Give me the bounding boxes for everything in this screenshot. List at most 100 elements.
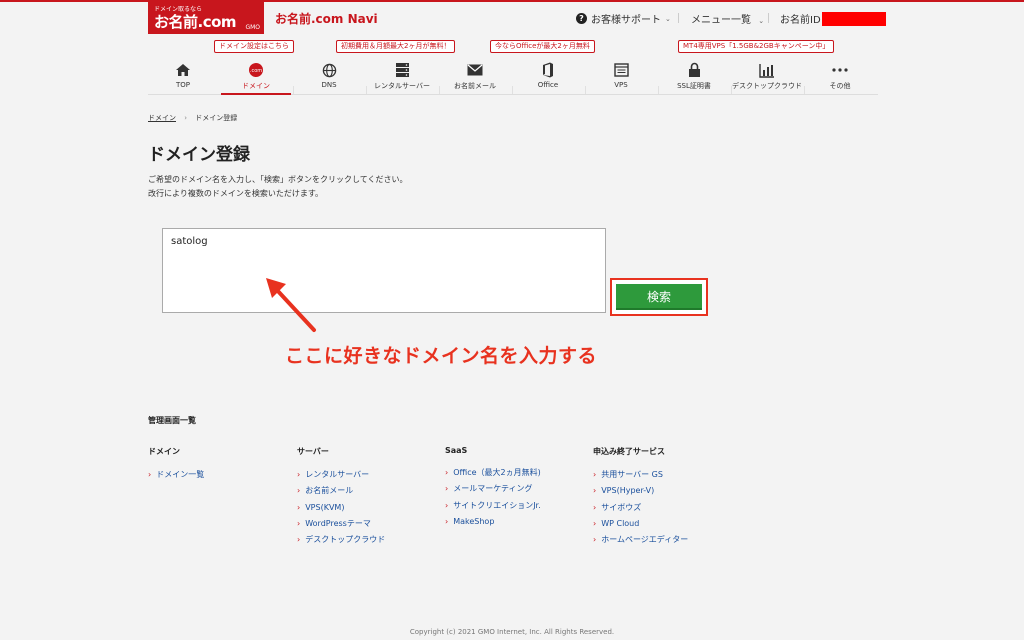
promo-rental[interactable]: 初期費用＆月額最大2ヶ月が無料！ [336, 40, 456, 53]
user-id-label: お名前ID [780, 15, 821, 26]
navi-title[interactable]: お名前.com Navi [275, 10, 378, 27]
nav-divider [366, 86, 367, 94]
logo-gmo: GMO [245, 24, 260, 31]
description-line: ご希望のドメイン名を入力し、「検索」ボタンをクリックしてください。 [148, 175, 408, 184]
link-text[interactable]: サイトクリエイションJr. [453, 501, 540, 510]
promo-domain[interactable]: ドメイン設定はこちら [214, 40, 294, 53]
nav-label: DNS [321, 81, 337, 89]
column-heading: 申込み終了サービス [593, 447, 665, 456]
management-link[interactable]: › MakeShop [445, 516, 585, 532]
nav-office[interactable]: Office [513, 56, 583, 94]
user-id-redaction [821, 11, 886, 26]
onamae-logo[interactable]: ドメイン取るなら お名前.com GMO [148, 2, 264, 34]
nav-desktop-cloud[interactable]: デスクトップクラウド [732, 56, 802, 94]
column-heading: サーバー [297, 447, 329, 456]
link-text[interactable]: デスクトップクラウド [305, 535, 385, 544]
more-icon [805, 62, 875, 78]
search-button[interactable]: 検索 [616, 284, 702, 310]
nav-divider [439, 86, 440, 94]
promo-office[interactable]: 今ならOfficeが最大2ヶ月無料 [490, 40, 595, 53]
management-link[interactable]: › お名前メール [297, 485, 437, 501]
management-link[interactable]: › メールマーケティング [445, 483, 585, 499]
chevron-right-icon: › [593, 518, 597, 528]
chevron-right-icon: › [297, 470, 301, 479]
nav-onamae-mail[interactable]: お名前メール [440, 56, 510, 94]
nav-label: VPS [614, 81, 628, 89]
link-text[interactable]: お名前メール [305, 486, 353, 495]
management-column-server: サーバー › レンタルサーバー › お名前メール › VPS(KVM) › WordPr… [297, 446, 437, 550]
management-link[interactable]: › サイトクリエイションJr. [445, 500, 585, 516]
support-menu[interactable]: ? お客様サポート ⌄ [576, 11, 671, 26]
link-text[interactable]: WP Cloud [601, 519, 639, 528]
menu-label: メニュー一覧 [691, 15, 751, 26]
nav-divider [293, 86, 294, 94]
management-link[interactable]: › サイボウズ [593, 502, 733, 518]
nav-domain[interactable]: .com ドメイン [221, 56, 291, 95]
main-nav: TOP .com ドメイン DNS レンタルサーバー お名前メール Office [148, 56, 878, 95]
chevron-right-icon: › [297, 502, 301, 512]
link-text[interactable]: ドメイン一覧 [156, 470, 204, 479]
column-heading: SaaS [445, 446, 468, 455]
nav-label: SSL証明書 [677, 82, 711, 90]
chevron-right-icon: › [593, 535, 597, 545]
header-divider [678, 13, 679, 23]
nav-divider [804, 86, 805, 94]
support-label: お客様サポート [591, 15, 661, 26]
mail-icon [440, 62, 510, 78]
copyright: Copyright (c) 2021 GMO Internet, Inc. Al… [409, 628, 615, 636]
management-link[interactable]: › WordPressテーマ [297, 518, 437, 534]
link-text[interactable]: ホームページエディター [601, 535, 688, 544]
management-link[interactable]: › VPS(Hyper-V) [593, 485, 733, 501]
nav-label: お名前メール [454, 82, 496, 90]
link-text[interactable]: WordPressテーマ [305, 519, 371, 528]
link-text[interactable]: レンタルサーバー [305, 470, 369, 479]
nav-top[interactable]: TOP [148, 56, 218, 94]
management-link[interactable]: › デスクトップクラウド [297, 534, 437, 550]
domain-search-input[interactable]: satolog [162, 228, 606, 313]
chevron-right-icon: › [297, 535, 301, 545]
dotcom-icon: .com [221, 62, 291, 78]
vps-icon [586, 62, 656, 78]
management-link[interactable]: › レンタルサーバー [297, 469, 437, 485]
nav-vps[interactable]: VPS [586, 56, 656, 94]
column-heading: ドメイン [148, 447, 180, 456]
link-text[interactable]: メールマーケティング [453, 484, 532, 493]
management-link[interactable]: › 共用サーバー GS [593, 469, 733, 485]
breadcrumb-domain-link[interactable]: ドメイン [148, 114, 176, 122]
link-text[interactable]: 共用サーバー GS [601, 470, 663, 479]
nav-label: その他 [829, 82, 851, 90]
promo-vps[interactable]: MT4専用VPS「1.5GB&2GBキャンペーン中」 [678, 40, 835, 53]
page-description: ご希望のドメイン名を入力し、「検索」ボタンをクリックしてください。 改行により複… [148, 173, 408, 201]
menu-list-button[interactable]: メニュー一覧 ⌄ [691, 11, 764, 26]
link-text[interactable]: Office（最大2ヵ月無料) [453, 468, 541, 477]
help-icon: ? [576, 13, 587, 24]
nav-ssl[interactable]: SSL証明書 [659, 56, 729, 94]
chevron-right-icon: › [445, 484, 449, 494]
user-id: お名前ID [780, 11, 886, 26]
nav-label: TOP [175, 81, 190, 89]
link-text[interactable]: MakeShop [453, 517, 494, 526]
link-text[interactable]: VPS(KVM) [305, 503, 344, 512]
home-icon [148, 62, 218, 78]
breadcrumb: ドメイン › ドメイン登録 [148, 113, 237, 123]
management-link[interactable]: › WP Cloud [593, 518, 733, 534]
link-text[interactable]: VPS(Hyper-V) [601, 486, 654, 495]
chevron-right-icon: › [593, 502, 597, 512]
chevron-right-icon: › [593, 470, 597, 479]
management-link[interactable]: › ドメイン一覧 [148, 469, 288, 485]
management-link[interactable]: › ホームページエディター [593, 534, 733, 550]
nav-dns[interactable]: DNS [294, 56, 364, 94]
nav-rental-server[interactable]: レンタルサーバー [367, 56, 437, 94]
chevron-right-icon: › [148, 470, 152, 479]
search-button-highlight: 検索 [610, 278, 708, 316]
chevron-right-icon: › [445, 468, 449, 477]
chevron-right-icon: › [445, 516, 449, 526]
management-link[interactable]: › Office（最大2ヵ月無料) [445, 467, 585, 483]
management-link[interactable]: › VPS(KVM) [297, 502, 437, 518]
globe-icon [294, 62, 364, 78]
nav-label: レンタルサーバー [374, 82, 430, 90]
management-title: 管理画面一覧 [148, 416, 196, 425]
link-text[interactable]: サイボウズ [601, 503, 641, 512]
office-icon [513, 62, 583, 78]
nav-other[interactable]: その他 [805, 56, 875, 94]
